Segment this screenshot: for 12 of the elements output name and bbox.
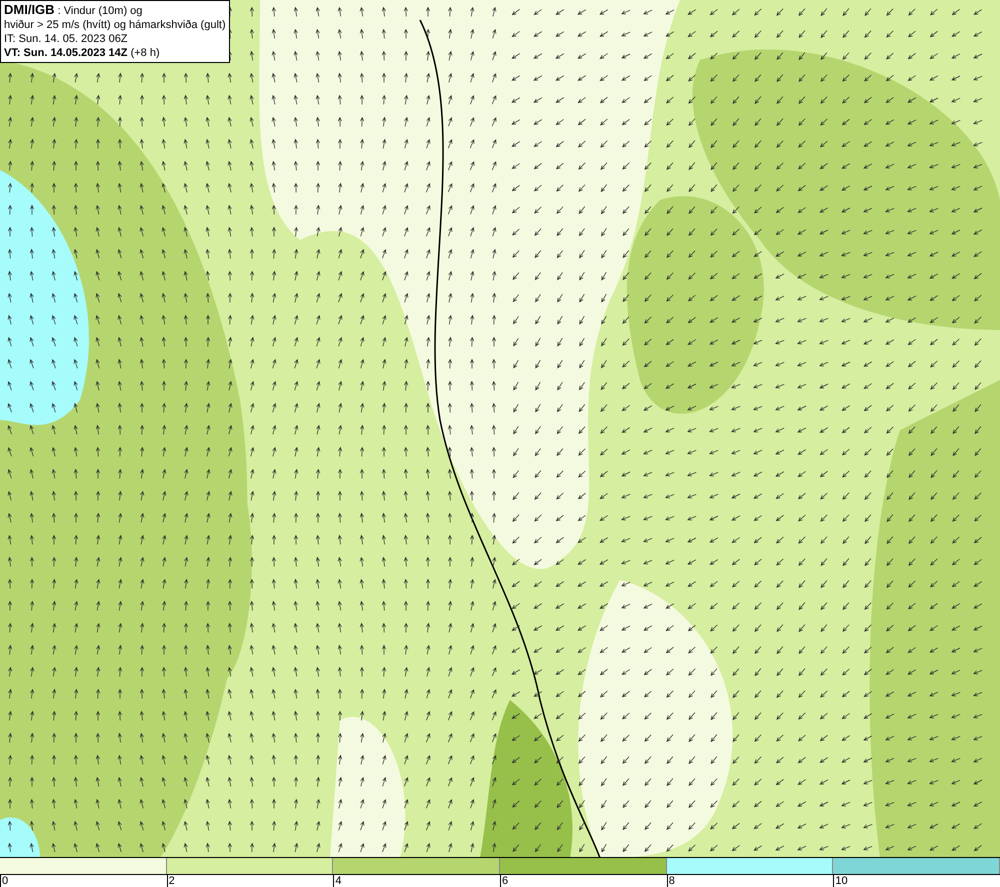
valid-time: VT: Sun. 14.05.2023 14Z	[4, 47, 128, 59]
legend-tick-label: 4	[335, 875, 342, 887]
legend-tick-label: 6	[502, 875, 508, 887]
map-title: : Vindur (10m) og	[56, 5, 142, 17]
legend-tick-label: 2	[168, 875, 175, 887]
forecast-offset: (+8 h)	[130, 47, 160, 59]
map-subtitle: hviður > 25 m/s (hvítt) og hámarkshviða (gult)	[4, 18, 226, 32]
source-label: DMI/IGB	[4, 2, 55, 17]
issue-time: IT: Sun. 14. 05. 2023 06Z	[4, 32, 129, 46]
legend-tick-label: 0	[2, 875, 8, 887]
legend-tick-label: 10	[835, 875, 848, 887]
legend-tick-label: 8	[668, 875, 675, 887]
